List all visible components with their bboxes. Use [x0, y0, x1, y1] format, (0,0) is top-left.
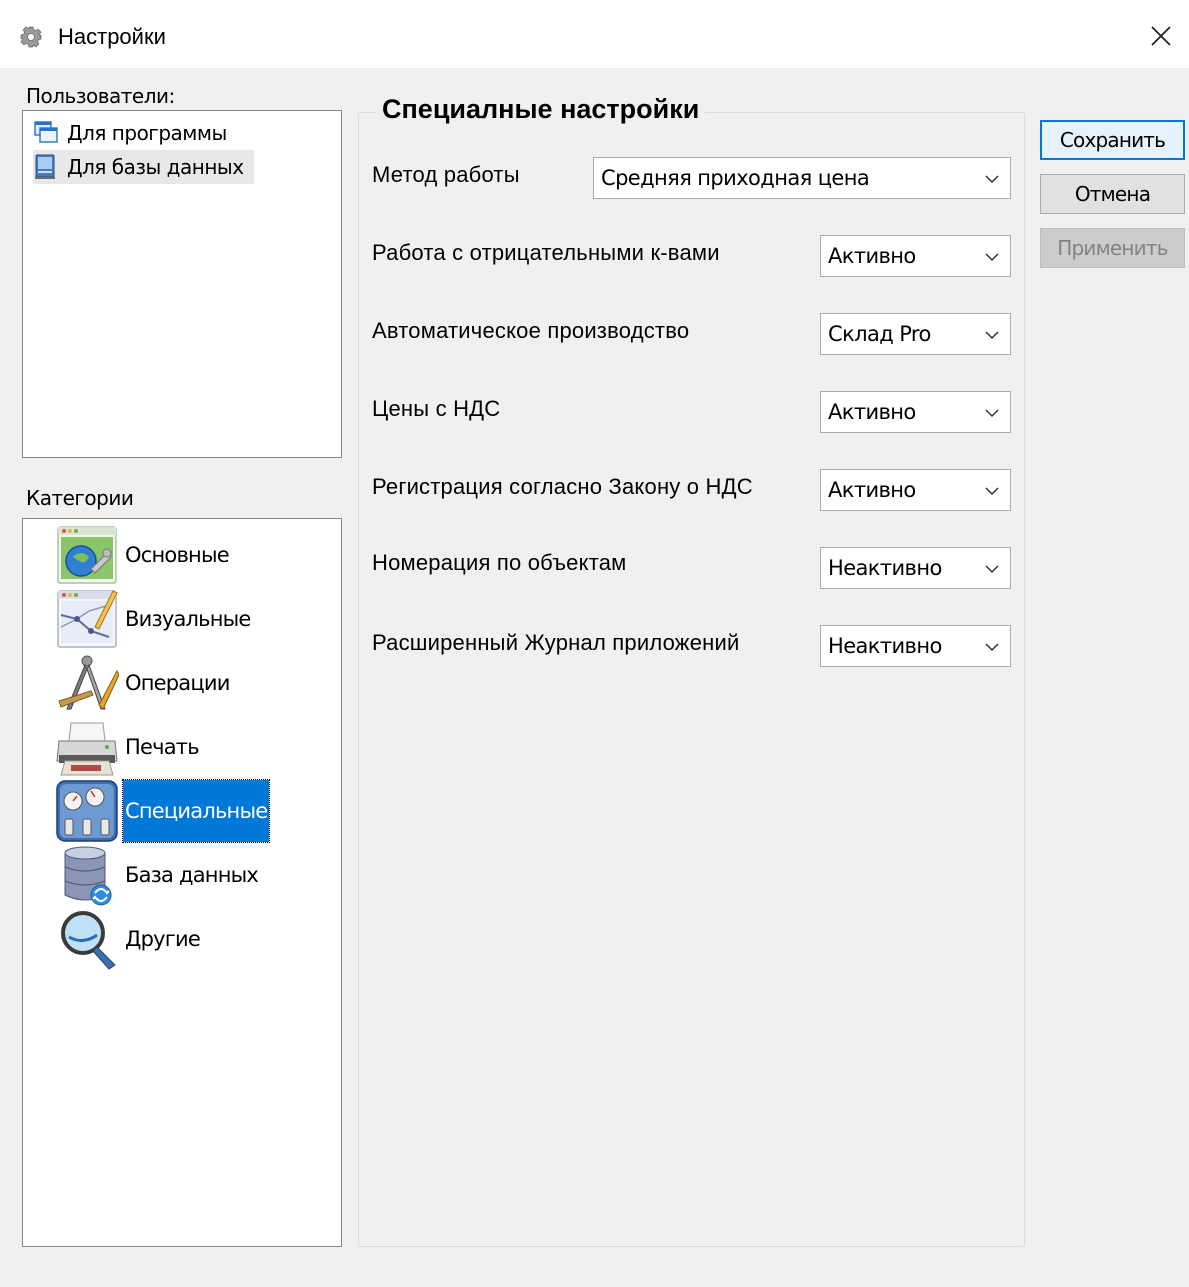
- category-item-visual[interactable]: Визуальные: [55, 587, 253, 651]
- save-button[interactable]: Сохранить: [1040, 120, 1185, 160]
- cancel-button[interactable]: Отмена: [1040, 174, 1185, 214]
- select-value: Склад Pro: [828, 322, 931, 346]
- select-value: Активно: [828, 400, 916, 424]
- windows-stack-icon: [33, 120, 59, 146]
- chevron-down-icon: [985, 409, 999, 418]
- negative-qty-select[interactable]: Активно: [820, 235, 1011, 277]
- database-icon: [55, 843, 119, 907]
- users-label: Пользователи:: [26, 84, 175, 108]
- setting-label-vat-registration: Регистрация согласно Закону о НДС: [372, 474, 753, 499]
- categories-list[interactable]: Основные Визуальные Операции Печать Спец…: [22, 518, 342, 1247]
- category-label: Основные: [125, 543, 230, 567]
- chevron-down-icon: [985, 253, 999, 262]
- category-item-general[interactable]: Основные: [55, 523, 231, 587]
- close-button[interactable]: [1133, 8, 1189, 64]
- chevron-down-icon: [985, 175, 999, 184]
- user-item-database[interactable]: Для базы данных: [33, 150, 254, 184]
- category-label: Специальные: [121, 779, 271, 843]
- select-value: Неактивно: [828, 634, 942, 658]
- chevron-down-icon: [985, 565, 999, 574]
- category-item-database[interactable]: База данных: [55, 843, 260, 907]
- vat-registration-select[interactable]: Активно: [820, 469, 1011, 511]
- object-numbering-select[interactable]: Неактивно: [820, 547, 1011, 589]
- setting-label-object-numbering: Номерация по объектам: [372, 550, 627, 575]
- work-method-select[interactable]: Средняя приходная цена: [593, 157, 1011, 199]
- category-label: Операции: [125, 671, 230, 695]
- special-settings-group: [358, 112, 1025, 1247]
- prices-vat-select[interactable]: Активно: [820, 391, 1011, 433]
- visual-chart-icon: [55, 587, 119, 651]
- close-icon: [1151, 26, 1171, 46]
- select-value: Неактивно: [828, 556, 942, 580]
- category-label: Визуальные: [125, 607, 251, 631]
- setting-label-negative-qty: Работа с отрицательными к-вами: [372, 240, 720, 265]
- user-item-program[interactable]: Для программы: [33, 116, 237, 150]
- general-settings-icon: [55, 523, 119, 587]
- gauges-icon: [55, 779, 119, 843]
- user-item-label: Для программы: [67, 121, 227, 145]
- user-item-label: Для базы данных: [67, 155, 244, 179]
- apply-button[interactable]: Применить: [1040, 228, 1185, 268]
- category-label: Печать: [125, 735, 200, 759]
- select-value: Средняя приходная цена: [601, 166, 870, 190]
- categories-label: Категории: [26, 486, 134, 510]
- category-item-other[interactable]: Другие: [55, 907, 202, 971]
- magnifier-icon: [55, 907, 119, 971]
- category-item-operations[interactable]: Операции: [55, 651, 232, 715]
- auto-production-select[interactable]: Склад Pro: [820, 313, 1011, 355]
- title-bar: Настройки: [0, 0, 1189, 68]
- chevron-down-icon: [985, 331, 999, 340]
- setting-label-prices-vat: Цены с НДС: [372, 396, 501, 421]
- setting-label-work-method: Метод работы: [372, 162, 520, 187]
- select-value: Активно: [828, 478, 916, 502]
- category-label: Другие: [125, 927, 201, 951]
- setting-label-auto-production: Автоматическое производство: [372, 318, 690, 343]
- extended-log-select[interactable]: Неактивно: [820, 625, 1011, 667]
- compass-tools-icon: [55, 651, 120, 715]
- category-item-special[interactable]: Специальные: [55, 779, 271, 843]
- window-title: Настройки: [58, 24, 166, 49]
- printer-icon: [55, 715, 119, 779]
- chevron-down-icon: [985, 487, 999, 496]
- chevron-down-icon: [985, 643, 999, 652]
- setting-label-extended-log: Расширенный Журнал приложений: [372, 630, 740, 655]
- users-list[interactable]: Для программы Для базы данных: [22, 110, 342, 458]
- select-value: Активно: [828, 244, 916, 268]
- computer-icon: [33, 154, 59, 180]
- gear-icon: [20, 26, 42, 48]
- category-label: База данных: [125, 863, 259, 887]
- category-item-print[interactable]: Печать: [55, 715, 201, 779]
- panel-title: Специалные настройки: [376, 94, 706, 125]
